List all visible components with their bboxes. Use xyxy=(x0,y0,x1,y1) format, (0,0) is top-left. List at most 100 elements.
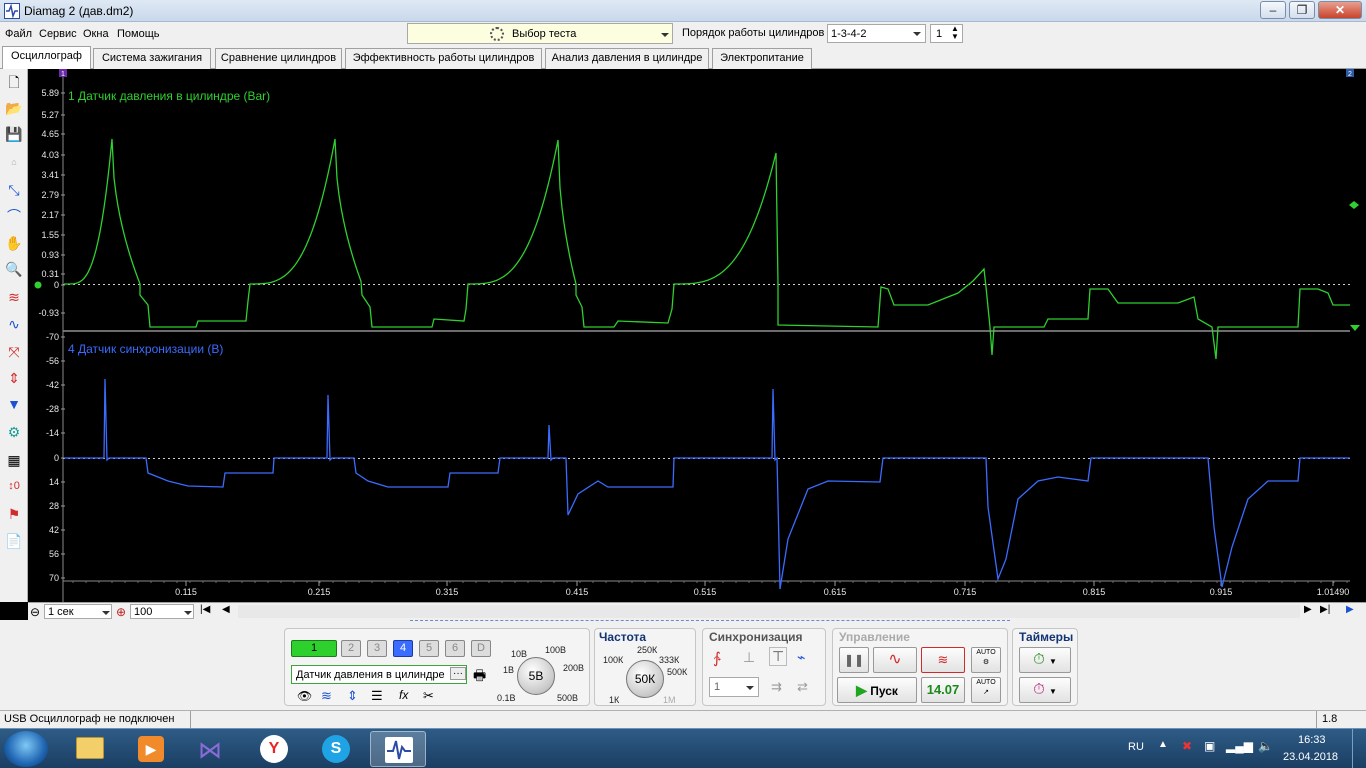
channel-name-field[interactable]: Датчик давления в цилиндре ··· xyxy=(291,665,467,684)
frequency-group: Частота 50К 250К 100К 333К 500К 1К 1М xyxy=(594,628,696,706)
hand-pan-icon[interactable]: ✋ xyxy=(3,232,25,254)
channel-3-button[interactable]: 3 xyxy=(367,640,387,657)
network-warning-icon[interactable]: ✖ xyxy=(1182,739,1192,753)
open-folder-icon[interactable]: 📂 xyxy=(3,97,25,119)
chevron-down-icon xyxy=(746,686,754,690)
channel-2-button[interactable]: 2 xyxy=(341,640,361,657)
test-select[interactable]: Выбор теста xyxy=(407,23,673,44)
yandex-browser-taskbar-icon[interactable]: Y xyxy=(246,731,302,767)
compress-icon[interactable]: ⤧ xyxy=(3,341,25,363)
invert-icon[interactable]: ≋ xyxy=(321,688,332,704)
capture-icon[interactable]: ⚙ xyxy=(3,421,25,443)
menu-help[interactable]: Помощь xyxy=(117,28,160,40)
sync-channel-select[interactable]: 1 xyxy=(709,677,759,697)
control-title: Управление xyxy=(839,630,910,644)
visual-studio-taskbar-icon[interactable]: ⋈ xyxy=(184,731,240,767)
zoom-icon[interactable]: 🔍 xyxy=(3,258,25,280)
start-button-icon[interactable] xyxy=(4,731,48,767)
auto-sync-icon[interactable]: ⌁ xyxy=(797,649,805,666)
first-page-icon[interactable]: |◀ xyxy=(200,604,210,615)
sine-wave-button[interactable]: ∿ xyxy=(873,647,917,673)
clock-date[interactable]: 23.04.2018 xyxy=(1283,751,1338,763)
waveform-icon[interactable]: ≋ xyxy=(3,286,25,308)
oscilloscope-display[interactable]: 5.89 5.27 4.65 4.03 3.41 2.79 2.17 1.55 0.93 0.31… xyxy=(28,69,1366,602)
function-icon[interactable]: fx xyxy=(399,688,408,702)
flag-icon[interactable]: ⚑ xyxy=(3,503,25,525)
diamag-taskbar-icon[interactable] xyxy=(370,731,426,767)
zoom-in-icon[interactable]: ⊕ xyxy=(116,605,126,619)
printer-icon[interactable]: 🖶 xyxy=(473,665,486,689)
auto-trigger-button[interactable]: AUTO ↗ xyxy=(971,677,1001,703)
tray-expand-icon[interactable]: ▲ xyxy=(1158,739,1168,750)
horizontal-scrollbar[interactable] xyxy=(238,605,1300,618)
channel-4-button[interactable]: 4 xyxy=(393,640,413,657)
last-page-icon[interactable]: ▶| xyxy=(1320,604,1330,615)
play-icon[interactable]: ▶ xyxy=(1346,604,1354,615)
minimize-button[interactable]: – xyxy=(1260,1,1286,19)
eye-icon[interactable]: 👁 xyxy=(297,689,312,703)
voltage-knob[interactable]: 5В xyxy=(517,657,555,695)
sync-expand-icon[interactable]: ⇉ xyxy=(771,679,782,695)
noise-wave-button[interactable]: ≋ xyxy=(921,647,965,673)
volume-icon[interactable]: 🔈 xyxy=(1258,739,1273,753)
document-icon[interactable]: 📄 xyxy=(3,530,25,552)
auto-scale-button[interactable]: AUTO ⚙ xyxy=(971,647,1001,673)
sync-collapse-icon[interactable]: ⇄ xyxy=(797,679,808,695)
timer-start-button[interactable]: ⏱ ▼ xyxy=(1019,647,1071,673)
device-icon[interactable]: ▣ xyxy=(1204,739,1215,753)
next-page-icon[interactable]: ▶ xyxy=(1304,604,1312,615)
filter-icon[interactable]: ▼ xyxy=(3,393,25,415)
channel-d-button[interactable]: D xyxy=(471,640,491,657)
clock-time[interactable]: 16:33 xyxy=(1298,734,1326,746)
overlay-waveform-icon[interactable]: ∿ xyxy=(3,313,25,335)
timebase-select[interactable]: 1 сек xyxy=(44,604,112,619)
cylinder-number-spinner[interactable]: 1 ▲ ▼ xyxy=(930,24,963,43)
offset-icon[interactable]: ⇕ xyxy=(347,688,358,704)
channel1-label: 1 Датчик давления в цилиндре (Bar) xyxy=(68,89,270,103)
rising-edge-icon[interactable]: ∱ xyxy=(713,649,721,667)
signal-icon[interactable]: ▂▄▆ xyxy=(1226,739,1253,753)
tab-oscilloscope[interactable]: Осциллограф xyxy=(2,46,91,70)
oscilloscope-plot[interactable]: 5.89 5.27 4.65 4.03 3.41 2.79 2.17 1.55 0.93 0.31… xyxy=(28,69,1366,602)
tab-power-supply[interactable]: Электропитание xyxy=(712,48,812,69)
prev-page-icon[interactable]: ◀ xyxy=(222,604,230,615)
zero-level-icon[interactable]: ↕0 xyxy=(3,475,25,497)
show-desktop-button[interactable] xyxy=(1352,729,1366,768)
tab-ignition[interactable]: Система зажигания xyxy=(93,48,211,69)
menu-windows[interactable]: Окна xyxy=(83,28,109,40)
tab-cylinder-compare[interactable]: Сравнение цилиндров xyxy=(215,48,342,69)
auto-icon[interactable]: ⌂ xyxy=(3,151,25,173)
falling-edge-icon[interactable]: ⊥ xyxy=(743,649,755,666)
tab-pressure-analysis[interactable]: Анализ давления в цилиндре xyxy=(545,48,709,69)
cursor-measure-icon[interactable]: ⤡ xyxy=(3,179,25,201)
zoom-out-icon[interactable]: ⊖ xyxy=(30,605,40,619)
explorer-taskbar-icon[interactable] xyxy=(62,731,118,767)
media-player-taskbar-icon[interactable]: ▶ xyxy=(122,731,178,767)
menu-file[interactable]: Файл xyxy=(5,28,32,40)
skype-taskbar-icon[interactable]: S xyxy=(308,731,364,767)
more-button[interactable]: ··· xyxy=(450,667,466,680)
zoom-select[interactable]: 100 xyxy=(130,604,194,619)
frequency-knob[interactable]: 50К xyxy=(626,660,664,698)
pause-button[interactable]: ❚❚ xyxy=(839,647,869,673)
table-icon[interactable]: ▦ xyxy=(3,449,25,471)
tab-cylinder-efficiency[interactable]: Эффективность работы цилиндров xyxy=(345,48,542,69)
arc-measure-icon[interactable]: ⌒ xyxy=(3,205,25,227)
new-file-icon[interactable]: 🗋 xyxy=(3,71,25,93)
close-button[interactable]: ✕ xyxy=(1318,1,1362,19)
tools-icon[interactable]: ✂ xyxy=(423,688,434,704)
start-button[interactable]: ▶ Пуск xyxy=(837,677,917,703)
vertical-scale-icon[interactable]: ⇕ xyxy=(3,367,25,389)
language-indicator[interactable]: RU xyxy=(1128,741,1144,753)
splitter[interactable] xyxy=(410,620,1010,624)
cylinder-order-select[interactable]: 1-3-4-2 xyxy=(827,24,926,43)
maximize-button[interactable]: ❐ xyxy=(1289,1,1315,19)
sync-mode-icon[interactable]: ⊤ xyxy=(769,647,788,666)
channel-6-button[interactable]: 6 xyxy=(445,640,465,657)
menu-service[interactable]: Сервис xyxy=(39,28,77,40)
lines-icon[interactable]: ☰ xyxy=(371,688,383,704)
channel-1-button[interactable]: 1 xyxy=(291,640,337,657)
timer-stop-button[interactable]: ⏱ ▼ xyxy=(1019,677,1071,703)
save-icon[interactable]: 💾 xyxy=(3,123,25,145)
channel-5-button[interactable]: 5 xyxy=(419,640,439,657)
